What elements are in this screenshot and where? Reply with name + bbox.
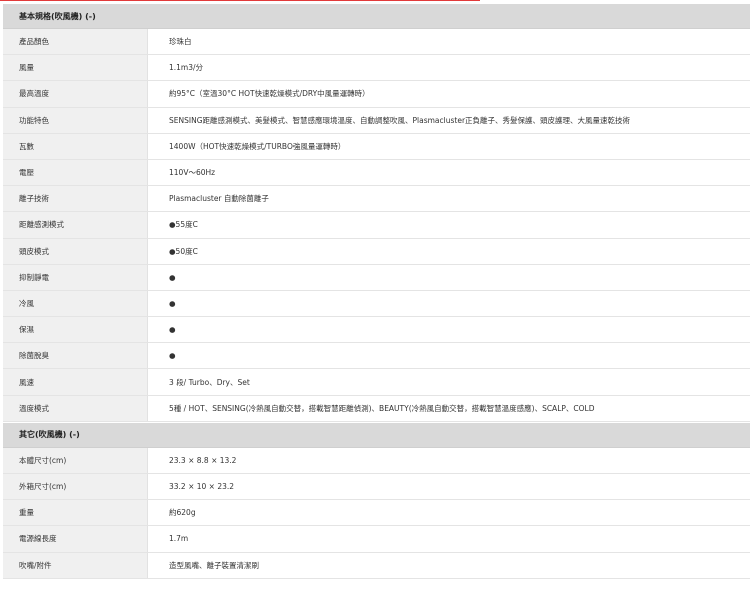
- row-value: ●50度C: [148, 238, 750, 264]
- row-label: 吹嘴/附件: [3, 552, 148, 578]
- row-label: 本體尺寸(cm): [3, 447, 148, 473]
- row-value: 珍珠白: [148, 29, 750, 55]
- table-row: 產品顏色 珍珠白: [3, 29, 750, 56]
- table-row: 本體尺寸(cm) 23.3 × 8.8 × 13.2: [3, 447, 750, 474]
- row-label: 冷風: [3, 290, 148, 317]
- table-row: 電壓 110V～60Hz: [3, 159, 750, 187]
- row-label: 抑制靜電: [3, 264, 148, 290]
- table-row: 距離感測模式 ●55度C: [3, 212, 750, 239]
- row-label: 重量: [3, 500, 148, 526]
- row-label: 風速: [3, 369, 148, 395]
- row-value: 23.3 × 8.8 × 13.2: [148, 447, 750, 473]
- row-label: 瓦數: [3, 133, 148, 159]
- row-value: 造型風嘴、離子裝置清潔刷: [148, 552, 750, 578]
- table-row: 離子技術 Plasmacluster 自動除菌離子: [3, 186, 750, 213]
- row-label: 功能特色: [3, 107, 148, 133]
- row-label: 溫度模式: [3, 395, 148, 421]
- table-row: 功能特色 SENSING距離感測模式、美髮模式、智慧感應環境溫度、自動調整吹風、…: [3, 107, 750, 134]
- row-value: 3 段/ Turbo、Dry、Set: [148, 369, 750, 395]
- row-value: ●: [148, 264, 750, 290]
- row-value: ●: [148, 317, 750, 343]
- spec-table: 基本規格(吹風機) (-) 產品顏色 珍珠白 風量 1.1m3/分 最高溫度 約…: [3, 4, 750, 579]
- table-row: 吹嘴/附件 造型風嘴、離子裝置清潔刷: [3, 552, 750, 579]
- table-row: 風速 3 段/ Turbo、Dry、Set: [3, 369, 750, 396]
- top-accent-bar: [0, 0, 480, 1]
- table-row: 最高溫度 約95°C（室溫30°C HOT快速乾燥模式/DRY中風量運轉時）: [3, 81, 750, 108]
- row-value: 5種 / HOT、SENSING(冷熱風自動交替，搭載智慧距離偵測)、BEAUT…: [148, 395, 750, 421]
- table-row: 冷風 ●: [3, 290, 750, 318]
- row-label: 頭皮模式: [3, 238, 148, 264]
- section-header-other[interactable]: 其它(吹風機) (-): [3, 422, 750, 448]
- top-accent-line: [0, 0, 750, 2]
- row-value: 約95°C（室溫30°C HOT快速乾燥模式/DRY中風量運轉時）: [148, 81, 750, 107]
- row-value: SENSING距離感測模式、美髮模式、智慧感應環境溫度、自動調整吹風、Plasm…: [148, 107, 750, 133]
- table-row: 風量 1.1m3/分: [3, 55, 750, 82]
- table-row: 頭皮模式 ●50度C: [3, 238, 750, 265]
- table-row: 外箱尺寸(cm) 33.2 × 10 × 23.2: [3, 474, 750, 501]
- section-header-basic[interactable]: 基本規格(吹風機) (-): [3, 4, 750, 29]
- row-value: 1400W（HOT快速乾燥模式/TURBO強風量運轉時）: [148, 133, 750, 159]
- table-row: 抑制靜電 ●: [3, 264, 750, 291]
- row-value: 1.1m3/分: [148, 55, 750, 81]
- row-value: ●55度C: [148, 212, 750, 238]
- table-row: 重量 約620g: [3, 500, 750, 527]
- row-value: Plasmacluster 自動除菌離子: [148, 186, 750, 212]
- row-value: 33.2 × 10 × 23.2: [148, 474, 750, 500]
- table-row: 瓦數 1400W（HOT快速乾燥模式/TURBO強風量運轉時）: [3, 133, 750, 160]
- table-row: 保濕 ●: [3, 317, 750, 344]
- row-label: 離子技術: [3, 186, 148, 212]
- row-label: 風量: [3, 55, 148, 81]
- table-row: 除菌脫臭 ●: [3, 343, 750, 370]
- row-value: 110V～60Hz: [148, 159, 750, 186]
- row-value: 1.7m: [148, 526, 750, 552]
- table-row: 溫度模式 5種 / HOT、SENSING(冷熱風自動交替，搭載智慧距離偵測)、…: [3, 395, 750, 422]
- row-label: 外箱尺寸(cm): [3, 474, 148, 500]
- row-value: ●: [148, 290, 750, 317]
- table-row: 電源線長度 1.7m: [3, 526, 750, 553]
- row-value: 約620g: [148, 500, 750, 526]
- row-label: 電壓: [3, 159, 148, 186]
- row-label: 產品顏色: [3, 29, 148, 55]
- row-label: 除菌脫臭: [3, 343, 148, 369]
- row-value: ●: [148, 343, 750, 369]
- row-label: 最高溫度: [3, 81, 148, 107]
- row-label: 距離感測模式: [3, 212, 148, 238]
- row-label: 保濕: [3, 317, 148, 343]
- row-label: 電源線長度: [3, 526, 148, 552]
